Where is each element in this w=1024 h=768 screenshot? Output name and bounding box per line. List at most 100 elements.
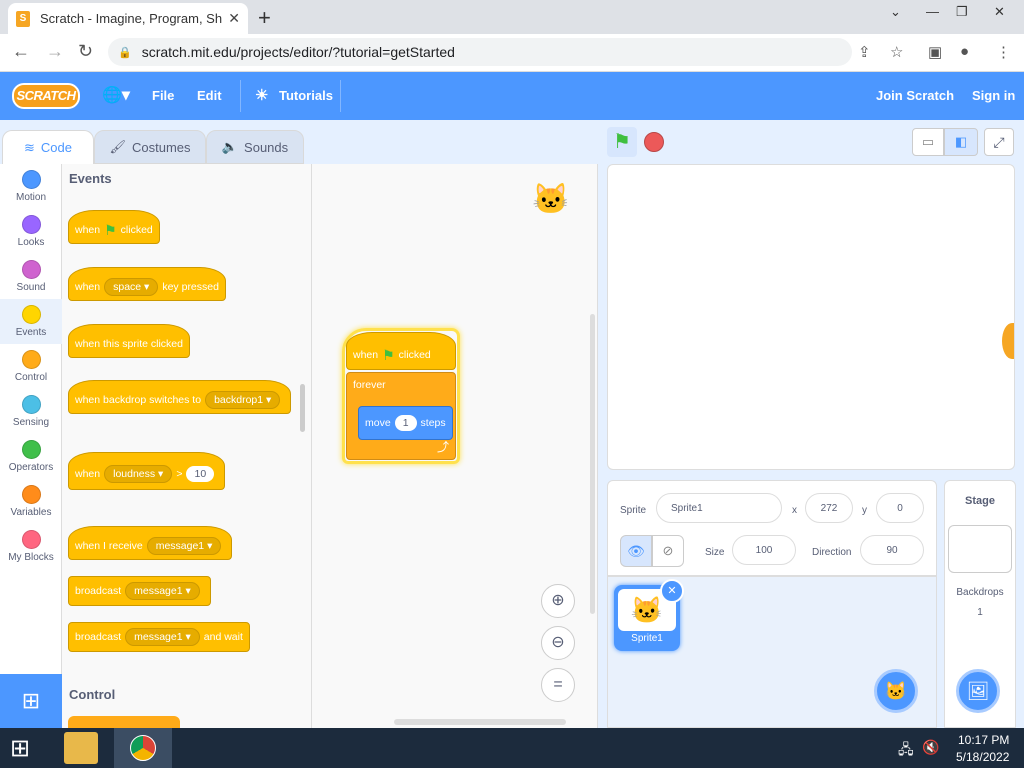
stage-canvas[interactable] [607,164,1015,470]
broadcast-block[interactable]: broadcast message1 ▾ [68,576,211,606]
join-scratch-link[interactable]: Join Scratch [876,88,954,103]
script-horizontal-scrollbar[interactable] [394,719,566,725]
message-dropdown[interactable]: message1 ▾ [146,537,222,555]
sign-in-link[interactable]: Sign in [972,88,1015,103]
tab-search-chevron-icon[interactable]: ⌄ [890,4,901,20]
script-when-flag-clicked-block[interactable]: when ⚑ clicked [346,332,456,370]
clock-date[interactable]: 5/18/2022 [956,750,1009,764]
volume-muted-icon[interactable]: 🔇 [922,739,939,756]
message-dropdown[interactable]: message1 ▾ [125,582,200,600]
category-menu: Motion Looks Sound Events Control Sensing Oper… [0,164,62,674]
category-operators[interactable]: Operators [0,434,62,479]
broadcast-and-wait-block[interactable]: broadcast message1 ▾ and wait [68,622,250,652]
edit-menu[interactable]: Edit [197,88,222,103]
forward-icon[interactable]: → [46,41,64,62]
browser-tab[interactable]: S Scratch - Imagine, Program, Shar ✕ [8,3,248,34]
category-my-blocks[interactable]: My Blocks [0,524,62,569]
backdrop-dropdown[interactable]: backdrop1 ▾ [205,391,281,409]
chrome-taskbar-button[interactable] [114,728,172,768]
sprite-partial[interactable] [1002,323,1014,359]
when-flag-clicked-block[interactable]: when ⚑ clicked [68,210,160,244]
file-menu[interactable]: File [152,88,174,103]
sprite-list: 🐱 Sprite1 ✕ 🐱 [607,576,937,728]
when-loudness-block[interactable]: when loudness ▾ > 10 [68,452,226,490]
tab-close-icon[interactable]: ✕ [228,10,240,27]
show-sprite-eye-icon[interactable]: 👁 [620,535,652,567]
bookmark-star-icon[interactable]: ☆ [890,43,903,61]
back-icon[interactable]: ← [12,41,30,62]
script-area[interactable]: 🐱 when ⚑ clicked forever ⤴ move 1 steps … [312,164,598,728]
category-color-dot [21,350,41,369]
category-variables[interactable]: Variables [0,479,62,524]
key-dropdown[interactable]: space ▾ [104,278,159,296]
zoom-reset-button[interactable]: = [541,668,575,702]
minimize-icon[interactable]: — [926,4,939,19]
move-steps-block[interactable]: move 1 steps [358,406,453,440]
new-tab-button[interactable]: + [258,5,271,31]
steps-value-input[interactable]: 1 [394,415,417,431]
language-globe-icon[interactable]: 🌐▾ [102,85,130,105]
stage-title: Stage [965,495,995,507]
when-sprite-clicked-block[interactable]: when this sprite clicked [68,324,190,358]
sensor-dropdown[interactable]: loudness ▾ [104,465,173,483]
dropdown-value: message1 [134,585,183,597]
category-sensing[interactable]: Sensing [0,389,62,434]
direction-input[interactable]: 90 [860,535,924,565]
network-icon[interactable]: 🖧 [898,739,914,763]
dropdown-value: space [113,281,142,293]
dropdown-value: backdrop1 [214,394,264,406]
message-dropdown[interactable]: message1 ▾ [125,628,200,646]
share-icon[interactable]: ⇪ [858,43,871,61]
control-block-partial[interactable] [68,716,180,728]
tab-costumes[interactable]: 🖌 Costumes [94,130,206,164]
stop-button[interactable] [644,132,664,152]
size-input[interactable]: 100 [732,535,796,565]
hide-sprite-icon[interactable]: ⊘ [652,535,684,567]
stage-selector[interactable]: Stage Backdrops 1 🖼 [944,480,1016,728]
restore-icon[interactable]: ❐ [956,4,968,20]
category-events[interactable]: Events [0,299,62,344]
fullscreen-button[interactable]: ⤢ [984,128,1014,156]
x-input[interactable]: 272 [805,493,853,523]
category-control[interactable]: Control [0,344,62,389]
loop-arrow-icon: ⤴ [436,440,449,454]
normal-stage-button[interactable]: ◧ [944,128,978,156]
backdrop-thumbnail[interactable] [948,525,1012,573]
choose-backdrop-button[interactable]: 🖼 [956,669,1000,713]
menu-divider [340,80,341,112]
profile-avatar-icon[interactable]: ● [960,43,969,60]
loudness-value-input[interactable]: 10 [186,466,215,482]
green-flag-button[interactable]: ⚑ [607,127,637,157]
when-i-receive-block[interactable]: when I receive message1 ▾ [68,526,233,560]
delete-sprite-trash-icon[interactable]: ✕ [660,579,684,603]
windows-start-icon[interactable]: ⊞ [10,734,30,763]
zoom-out-button[interactable]: ⊖ [541,626,575,660]
add-extension-button[interactable]: ⊞ [0,674,62,728]
window-close-icon[interactable]: ✕ [994,4,1005,20]
block-text: broadcast [75,631,122,643]
category-looks[interactable]: Looks [0,209,62,254]
zoom-in-button[interactable]: ⊕ [541,584,575,618]
category-sound[interactable]: Sound [0,254,62,299]
when-key-pressed-block[interactable]: when space ▾ key pressed [68,267,226,301]
tab-sounds[interactable]: 🔈 Sounds [206,130,304,164]
sprite-info-panel: Sprite Sprite1 x 272 y 0 👁 ⊘ Size 100 Di… [607,480,937,576]
sprite-name-input[interactable]: Sprite1 [656,493,782,523]
clock-time[interactable]: 10:17 PM [958,733,1009,747]
y-input[interactable]: 0 [876,493,924,523]
browser-menu-icon[interactable]: ⋮ [996,43,1011,61]
palette-scrollbar[interactable] [300,384,305,432]
file-explorer-icon[interactable] [64,732,98,764]
category-motion[interactable]: Motion [0,164,62,209]
address-bar[interactable]: 🔒 scratch.mit.edu/projects/editor/?tutor… [108,38,852,66]
choose-sprite-button[interactable]: 🐱 [874,669,918,713]
when-backdrop-switches-block[interactable]: when backdrop switches to backdrop1 ▾ [68,380,292,414]
reload-icon[interactable]: ↻ [78,41,93,62]
tab-code[interactable]: ≋ Code [2,130,94,164]
menu-divider [240,80,241,112]
scratch-logo[interactable]: SCRATCH [12,83,80,109]
side-panel-icon[interactable]: ▣ [928,43,942,61]
small-stage-button[interactable]: ▭ [912,128,944,156]
tutorials-menu[interactable]: Tutorials [279,88,333,103]
script-vertical-scrollbar[interactable] [590,314,595,614]
